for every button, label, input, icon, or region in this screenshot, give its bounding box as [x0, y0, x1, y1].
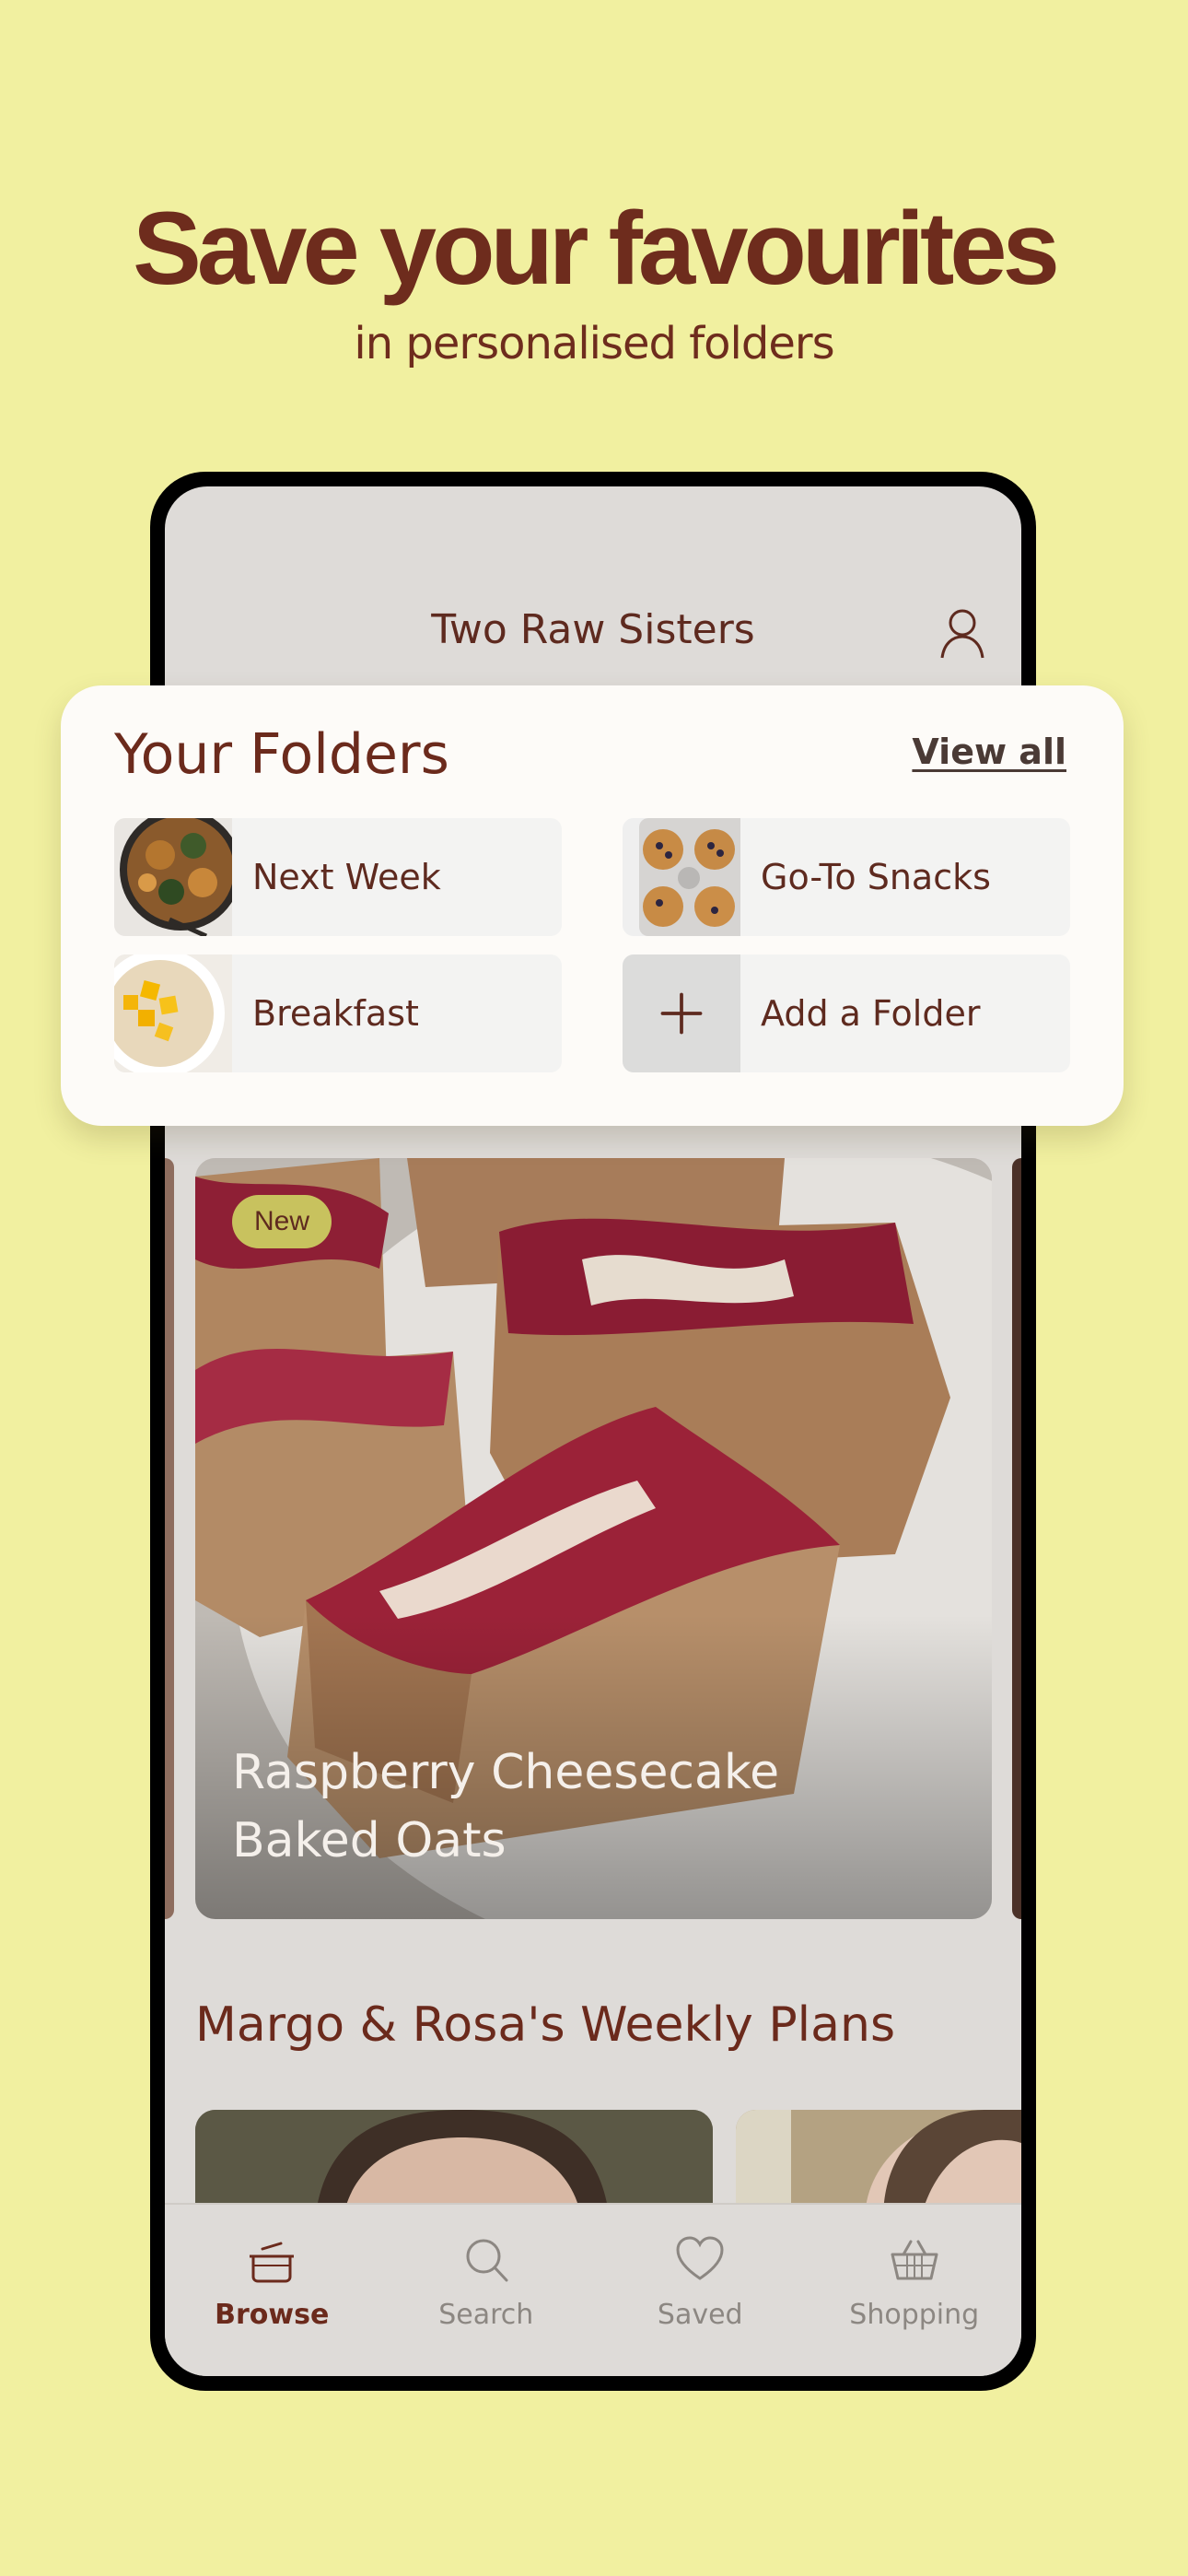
user-icon[interactable] — [937, 606, 988, 662]
folder-go-to-snacks[interactable]: Go-To Snacks — [623, 818, 1070, 936]
view-all-link[interactable]: View all — [912, 732, 1066, 772]
folder-label: Go-To Snacks — [761, 857, 991, 897]
tab-label: Search — [438, 2299, 534, 2331]
plus-icon — [623, 954, 740, 1072]
promo-headline: Save your favourites — [133, 191, 1060, 306]
promo-subheadline: in personalised folders — [354, 318, 834, 369]
pot-icon — [250, 2242, 295, 2283]
tab-shopping[interactable]: Shopping — [808, 2205, 1022, 2376]
folder-breakfast[interactable]: Breakfast — [114, 954, 562, 1072]
previous-recipe-card[interactable] — [165, 1158, 174, 1919]
heart-icon — [676, 2236, 724, 2280]
tab-label: Browse — [215, 2299, 330, 2331]
featured-recipe-title[interactable]: Raspberry Cheesecake Baked Oats — [232, 1739, 918, 1875]
next-recipe-card[interactable] — [1012, 1158, 1021, 1919]
muffins-thumbnail — [623, 818, 740, 936]
tab-search[interactable]: Search — [379, 2205, 594, 2376]
folder-label: Breakfast — [252, 993, 419, 1034]
folder-label: Next Week — [252, 857, 441, 897]
featured-recipe-card[interactable]: New Raspberry Cheesecake Baked Oats — [195, 1158, 992, 1919]
search-icon — [466, 2239, 508, 2282]
baked-dish-thumbnail — [114, 818, 232, 936]
tab-saved[interactable]: Saved — [593, 2205, 808, 2376]
folder-next-week[interactable]: Next Week — [114, 818, 562, 936]
tab-label: Saved — [657, 2299, 743, 2331]
folders-heading: Your Folders — [114, 722, 449, 787]
basket-icon — [891, 2240, 938, 2280]
folders-panel: Your Folders View all Next Week Go-To Sn… — [61, 685, 1124, 1126]
tab-browse[interactable]: Browse — [165, 2205, 379, 2376]
new-badge: New — [232, 1195, 332, 1248]
weekly-plans-heading: Margo & Rosa's Weekly Plans — [195, 1997, 896, 2053]
app-title: Two Raw Sisters — [431, 606, 755, 653]
folder-label: Add a Folder — [761, 993, 981, 1034]
tab-label: Shopping — [849, 2299, 980, 2331]
add-folder-button[interactable]: Add a Folder — [623, 954, 1070, 1072]
bottom-tab-bar: Browse Search Saved Shopping — [165, 2203, 1021, 2376]
porridge-mango-thumbnail — [114, 954, 232, 1072]
